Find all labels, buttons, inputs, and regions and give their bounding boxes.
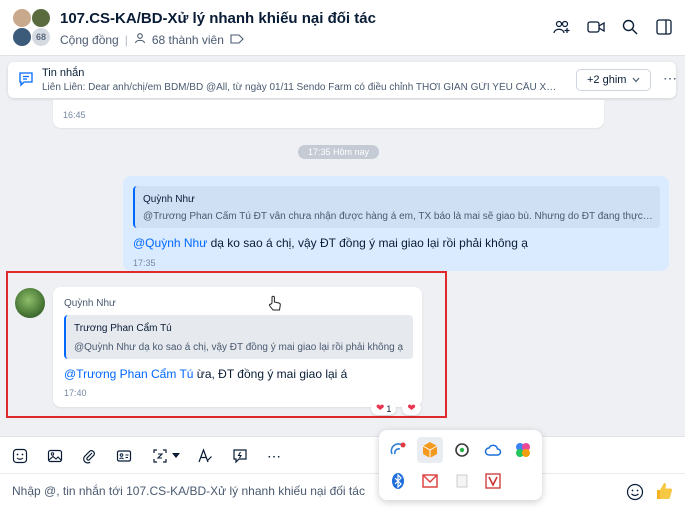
heart-icon: ❤ bbox=[376, 403, 385, 414]
caret-down-icon bbox=[172, 453, 180, 458]
sender-name: Quỳnh Như bbox=[64, 298, 116, 309]
quoted-text: @Trương Phan Cẩm Tú ĐT vẫn chưa nhận đượ… bbox=[143, 211, 655, 222]
group-avatar[interactable]: 68 bbox=[12, 8, 54, 48]
member-count[interactable]: 68 thành viên bbox=[152, 33, 224, 47]
cube-app-icon[interactable] bbox=[417, 437, 443, 463]
time-divider: 17:35 Hôm nay bbox=[298, 145, 380, 159]
quoted-sender: Trương Phan Cẩm Tú bbox=[74, 323, 172, 334]
composer-toolbar: ⋯ bbox=[0, 436, 685, 474]
sync-app-icon[interactable] bbox=[453, 441, 471, 459]
hand-cursor-icon bbox=[268, 295, 282, 316]
attachment-icon[interactable] bbox=[78, 445, 100, 467]
mention-link[interactable]: @Quỳnh Như bbox=[133, 236, 207, 250]
member-count-avatar: 68 bbox=[31, 27, 51, 47]
tag-icon[interactable] bbox=[230, 33, 244, 47]
reactions: ❤ 1 ❤ bbox=[371, 402, 421, 415]
mention-link[interactable]: @Trương Phan Cẩm Tú bbox=[64, 367, 193, 381]
blank-app-icon[interactable] bbox=[453, 472, 471, 490]
message-time: 16:45 bbox=[63, 110, 86, 120]
group-category: Cộng đồng bbox=[60, 32, 119, 47]
mail-app-icon[interactable] bbox=[421, 472, 439, 490]
screenshot-icon[interactable] bbox=[148, 445, 184, 467]
pinned-message-bar[interactable]: Tin nhắn Liên Liên: Dear anh/chị/em BDM/… bbox=[8, 62, 677, 98]
message-time: 17:35 bbox=[133, 258, 156, 268]
quoted-sender: Quỳnh Như bbox=[143, 194, 195, 205]
divider: | bbox=[124, 32, 128, 47]
image-icon[interactable] bbox=[44, 445, 66, 467]
more-tools-icon[interactable]: ⋯ bbox=[263, 445, 285, 467]
more-options-icon[interactable]: ⋯ bbox=[663, 70, 677, 87]
message-text: @Trương Phan Cẩm Tú ừa, ĐT đồng ý mai gi… bbox=[64, 367, 347, 381]
group-title[interactable]: 107.CS-KA/BD-Xử lý nhanh khiếu nại đối t… bbox=[60, 10, 376, 27]
message-composer[interactable]: Nhập @, tin nhắn tới 107.CS-KA/BD-Xử lý … bbox=[0, 474, 685, 512]
contact-card-icon[interactable] bbox=[113, 445, 135, 467]
avatar[interactable] bbox=[15, 288, 45, 318]
thumbs-up-icon[interactable] bbox=[654, 481, 674, 504]
incoming-message-bubble[interactable]: Quỳnh Như Trương Phan Cẩm Tú @Quỳnh Như … bbox=[53, 287, 422, 407]
message-body: dạ ko sao á chị, vậy ĐT đồng ý mai giao … bbox=[207, 236, 528, 250]
more-pins-label: +2 ghim bbox=[587, 74, 627, 86]
quoted-message[interactable]: Trương Phan Cẩm Tú @Quỳnh Như dạ ko sao … bbox=[64, 315, 413, 359]
message-body: ừa, ĐT đồng ý mai giao lại á bbox=[193, 367, 348, 381]
header-actions bbox=[551, 16, 675, 38]
sticker-icon[interactable] bbox=[9, 445, 31, 467]
previous-message-bubble[interactable]: 16:45 bbox=[53, 100, 604, 128]
message-input[interactable]: Nhập @, tin nhắn tới 107.CS-KA/BD-Xử lý … bbox=[12, 484, 365, 498]
system-tray-popup bbox=[379, 430, 542, 500]
sidebar-toggle-icon[interactable] bbox=[653, 16, 675, 38]
message-time: 17:40 bbox=[64, 388, 87, 398]
bluetooth-icon[interactable] bbox=[389, 472, 407, 490]
more-pins-button[interactable]: +2 ghim bbox=[576, 69, 652, 91]
pinned-text[interactable]: Liên Liên: Dear anh/chị/em BDM/BD @All, … bbox=[42, 82, 562, 93]
add-member-icon[interactable] bbox=[551, 16, 573, 38]
emoji-icon[interactable] bbox=[626, 483, 644, 504]
search-icon[interactable] bbox=[619, 16, 641, 38]
copilot-icon[interactable] bbox=[514, 441, 532, 459]
person-icon bbox=[134, 32, 146, 47]
v-app-icon[interactable] bbox=[484, 472, 502, 490]
quoted-text: @Quỳnh Như dạ ko sao á chị, vậy ĐT đồng … bbox=[74, 342, 404, 353]
reaction-summary[interactable]: ❤ 1 bbox=[371, 402, 397, 415]
quoted-message[interactable]: Quỳnh Như @Trương Phan Cẩm Tú ĐT vẫn chư… bbox=[133, 186, 660, 228]
message-text: @Quỳnh Như dạ ko sao á chị, vậy ĐT đồng … bbox=[133, 236, 528, 250]
cloud-icon[interactable] bbox=[484, 441, 502, 459]
group-subtitle: Cộng đồng | 68 thành viên bbox=[60, 32, 244, 47]
quick-message-icon[interactable] bbox=[229, 445, 251, 467]
my-message-bubble[interactable]: Quỳnh Như @Trương Phan Cẩm Tú ĐT vẫn chư… bbox=[123, 176, 669, 271]
member-avatar bbox=[31, 8, 51, 28]
network-app-icon[interactable] bbox=[389, 441, 407, 459]
reaction-count: 1 bbox=[386, 403, 392, 414]
video-call-icon[interactable] bbox=[585, 16, 607, 38]
react-button[interactable]: ❤ bbox=[402, 402, 421, 415]
chat-header: 68 107.CS-KA/BD-Xử lý nhanh khiếu nại đố… bbox=[0, 0, 685, 56]
heart-icon: ❤ bbox=[407, 403, 416, 414]
member-avatar bbox=[12, 27, 32, 47]
message-icon bbox=[18, 71, 34, 90]
text-format-icon[interactable] bbox=[194, 445, 216, 467]
member-avatar bbox=[12, 8, 32, 28]
pinned-label: Tin nhắn bbox=[42, 67, 85, 79]
chevron-down-icon bbox=[632, 74, 640, 86]
